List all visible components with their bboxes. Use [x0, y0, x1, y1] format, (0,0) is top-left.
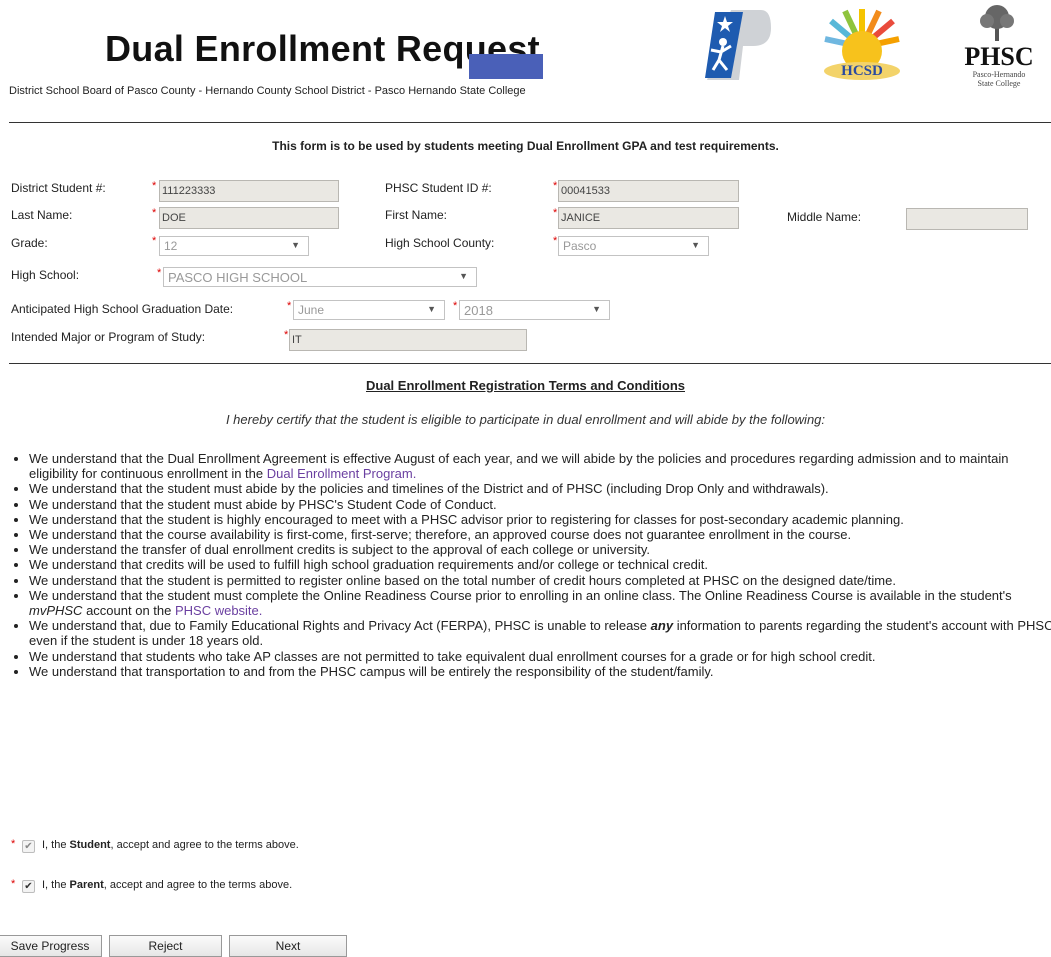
required-marker: * [553, 207, 558, 219]
redaction-box [469, 54, 543, 79]
high-school-select[interactable]: PASCO HIGH SCHOOL ▼ [163, 267, 477, 287]
chevron-down-icon: ▼ [459, 271, 468, 281]
list-item: We understand that the student is highly… [29, 512, 1051, 527]
list-item: We understand that the student must comp… [29, 588, 1051, 618]
list-item: We understand that, due to Family Educat… [29, 618, 1051, 648]
district-student-field[interactable]: 111223333 [159, 180, 339, 202]
agree-text: I, the [42, 879, 70, 891]
grad-date-label: Anticipated High School Graduation Date: [11, 302, 234, 316]
phsc-logo-sub1: Pasco-Hernando [973, 70, 1026, 79]
required-marker: * [287, 300, 292, 312]
required-marker: * [152, 235, 157, 247]
divider [9, 122, 1051, 123]
agree-text: , accept and agree to the terms above. [110, 839, 299, 851]
list-item: We understand that the student must abid… [29, 481, 1051, 496]
list-item: We understand that students who take AP … [29, 649, 1051, 664]
chevron-down-icon: ▼ [691, 240, 700, 250]
first-name-label: First Name: [385, 208, 448, 222]
terms-heading: Dual Enrollment Registration Terms and C… [365, 378, 685, 393]
phsc-id-field[interactable]: 00041533 [558, 180, 739, 202]
last-name-field[interactable]: DOE [159, 207, 339, 229]
list-item: We understand that the Dual Enrollment A… [29, 451, 1051, 481]
county-select-value: Pasco [563, 239, 597, 253]
middle-name-field[interactable] [906, 208, 1028, 230]
hcsd-logo-text: HCSD [841, 63, 883, 79]
student-agree-label: I, the Student, accept and agree to the … [42, 839, 299, 851]
high-school-select-value: PASCO HIGH SCHOOL [168, 270, 308, 285]
list-item: We understand that transportation to and… [29, 664, 1051, 679]
list-item: We understand the transfer of dual enrol… [29, 542, 1051, 557]
list-item: We understand that credits will be used … [29, 557, 1051, 572]
dual-enrollment-program-link[interactable]: Dual Enrollment Program. [267, 466, 417, 481]
major-field[interactable]: IT [289, 329, 527, 351]
student-agree-checkbox[interactable]: ✔ [22, 840, 35, 853]
term-text: We understand that the Dual Enrollment A… [29, 451, 1009, 482]
grad-month-select-value: June [298, 303, 325, 317]
grad-month-select[interactable]: June ▼ [293, 300, 445, 320]
district-student-label: District Student #: [11, 181, 106, 195]
agree-text: , accept and agree to the terms above. [103, 879, 293, 891]
phsc-logo-sub2: State College [978, 79, 1021, 88]
grad-year-select[interactable]: 2018 ▼ [459, 300, 610, 320]
middle-name-label: Middle Name: [787, 210, 862, 224]
chevron-down-icon: ▼ [427, 304, 436, 314]
first-name-field[interactable]: JANICE [558, 207, 739, 229]
list-item: We understand that the student is permit… [29, 573, 1051, 588]
grade-select[interactable]: 12 ▼ [159, 236, 309, 256]
phsc-logo-text: PHSC [964, 42, 1033, 71]
divider [9, 363, 1051, 364]
phsc-id-label: PHSC Student ID #: [385, 181, 492, 195]
next-button[interactable]: Next [229, 935, 347, 957]
term-text: account on the [82, 603, 175, 619]
phsc-logo: PHSC Pasco-Hernando State College [964, 5, 1034, 88]
required-marker: * [284, 329, 289, 341]
terms-list: We understand that the Dual Enrollment A… [12, 451, 1051, 679]
term-text: We understand that the student must comp… [29, 587, 1012, 603]
required-marker: * [11, 838, 16, 850]
required-marker: * [152, 207, 157, 219]
required-marker: * [553, 235, 558, 247]
required-marker: * [152, 180, 157, 192]
myphsc-text: mvPHSC [29, 603, 83, 619]
pasco-logo [705, 10, 771, 80]
grad-year-select-value: 2018 [464, 303, 493, 318]
major-label: Intended Major or Program of Study: [11, 330, 206, 344]
high-school-label: High School: [11, 268, 80, 282]
any-emphasis: any [650, 618, 674, 634]
grade-label: Grade: [11, 236, 48, 250]
parent-agree-label: I, the Parent, accept and agree to the t… [42, 879, 292, 891]
list-item: We understand that the course availabili… [29, 527, 1051, 542]
required-marker: * [11, 878, 16, 890]
form-notice: This form is to be used by students meet… [272, 139, 779, 153]
chevron-down-icon: ▼ [291, 240, 300, 250]
phsc-website-link[interactable]: PHSC website. [175, 603, 262, 618]
reject-button[interactable]: Reject [109, 935, 222, 957]
chevron-down-icon: ▼ [592, 304, 601, 314]
agree-bold: Parent [69, 879, 104, 891]
required-marker: * [553, 180, 558, 192]
agree-bold: Student [69, 839, 111, 851]
save-progress-button[interactable]: Save Progress [0, 935, 102, 957]
county-select[interactable]: Pasco ▼ [558, 236, 709, 256]
terms-intro: I hereby certify that the student is eli… [225, 412, 826, 427]
page-subtitle: District School Board of Pasco County - … [9, 85, 526, 97]
parent-agree-checkbox[interactable]: ✔ [22, 880, 35, 893]
county-label: High School County: [385, 236, 495, 250]
required-marker: * [453, 300, 458, 312]
agree-text: I, the [42, 839, 70, 851]
grade-select-value: 12 [164, 239, 178, 253]
last-name-label: Last Name: [11, 208, 73, 222]
required-marker: * [157, 267, 162, 279]
list-item: We understand that the student must abid… [29, 497, 1051, 512]
term-text: We understand that, due to Family Educat… [29, 618, 648, 634]
hcsd-logo: HCSD [824, 9, 900, 80]
